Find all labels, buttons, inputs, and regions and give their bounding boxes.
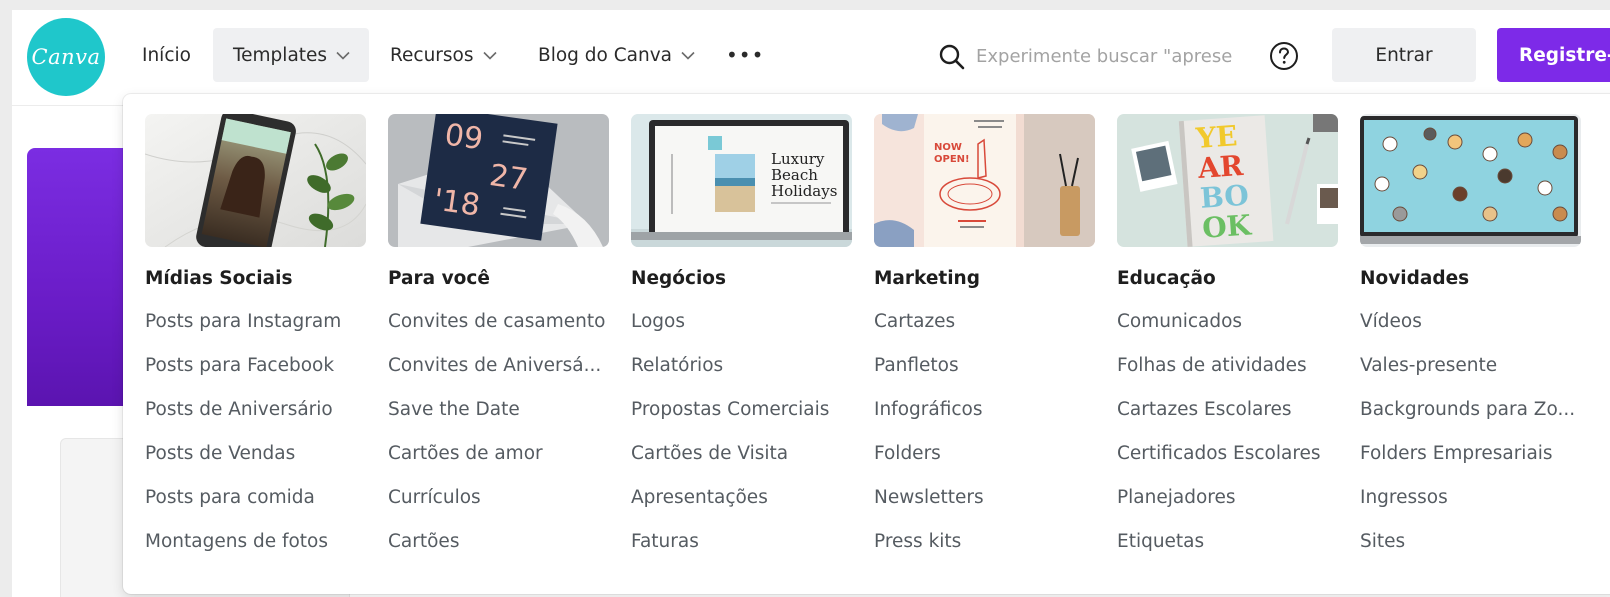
nav-recursos[interactable]: Recursos [370,28,517,82]
menu-link[interactable]: Cartazes [874,311,1096,355]
invitation-card-thumbnail[interactable]: 09 27 '18 [388,114,609,247]
column-links: Posts para Instagram Posts para Facebook… [145,311,367,575]
chevron-down-icon [482,51,497,60]
menu-link[interactable]: Comunicados [1117,311,1339,355]
menu-link[interactable]: Convites de casamento [388,311,610,355]
login-button-label: Entrar [1375,44,1433,66]
search-icon[interactable] [938,43,966,71]
menu-link[interactable]: Infográficos [874,399,1096,443]
social-media-phone-thumbnail[interactable] [145,114,366,247]
column-negocios: Luxury Beach Holidays Negócios Logos Rel… [631,114,853,575]
templates-dropdown: Mídias Sociais Posts para Instagram Post… [123,94,1610,594]
menu-link[interactable]: Cartões [388,531,610,575]
poster-text-line2: OPEN! [934,154,970,165]
menu-link[interactable]: Cartões de Visita [631,443,853,487]
menu-link[interactable]: Posts para Instagram [145,311,367,355]
menu-link[interactable]: Vales-presente [1360,355,1582,399]
column-novidades: Novidades Vídeos Vales-presente Backgrou… [1360,114,1582,575]
menu-link[interactable]: Cartazes Escolares [1117,399,1339,443]
menu-link[interactable]: Logos [631,311,853,355]
menu-link[interactable]: Posts para comida [145,487,367,531]
chevron-down-icon [681,51,695,60]
nav-templates-label: Templates [233,44,328,66]
column-title[interactable]: Novidades [1360,268,1582,290]
menu-link[interactable]: Posts de Vendas [145,443,367,487]
menu-link[interactable]: Convites de Aniversá... [388,355,610,399]
yearbook-thumbnail[interactable]: YE AR BO OK [1117,114,1338,247]
more-dots-icon: ••• [726,43,765,67]
menu-link[interactable]: Folhas de atividades [1117,355,1339,399]
menu-link[interactable]: Relatórios [631,355,853,399]
column-marketing: NOW OPEN! Marketing Cartazes Panfletos I… [874,114,1096,575]
laptop-presentation-thumbnail[interactable]: Luxury Beach Holidays [631,114,852,247]
column-title[interactable]: Marketing [874,268,1096,290]
column-title[interactable]: Negócios [631,268,853,290]
column-links: Cartazes Panfletos Infográficos Folders … [874,311,1096,575]
column-links: Convites de casamento Convites de Aniver… [388,311,610,575]
card-number-mid: 27 [487,158,530,198]
help-icon[interactable] [1269,41,1299,71]
menu-link[interactable]: Etiquetas [1117,531,1339,575]
menu-link[interactable]: Cartões de amor [388,443,610,487]
column-links: Logos Relatórios Propostas Comerciais Ca… [631,311,853,575]
card-number-top: 09 [443,117,486,157]
signup-button[interactable]: Registre-se [1497,28,1610,82]
pizzeria-poster-thumbnail[interactable]: NOW OPEN! [874,114,1095,247]
column-title[interactable]: Para você [388,268,610,290]
column-educacao: YE AR BO OK Educação Comunicados Folhas … [1117,114,1339,575]
nav-recursos-label: Recursos [390,44,474,66]
menu-link[interactable]: Panfletos [874,355,1096,399]
menu-link[interactable]: Propostas Comerciais [631,399,853,443]
chevron-down-icon [336,51,350,60]
menu-link[interactable]: Posts para Facebook [145,355,367,399]
more-menu-button[interactable]: ••• [710,28,780,82]
menu-link[interactable]: Folders Empresariais [1360,443,1582,487]
yearbook-line4: OK [1201,208,1254,244]
menu-link[interactable]: Newsletters [874,487,1096,531]
column-links: Comunicados Folhas de atividades Cartaze… [1117,311,1339,575]
menu-link[interactable]: Vídeos [1360,311,1582,355]
menu-link[interactable]: Backgrounds para Zo... [1360,399,1582,443]
column-midias-sociais: Mídias Sociais Posts para Instagram Post… [145,114,367,575]
nav-blog-label: Blog do Canva [538,44,672,66]
menu-link[interactable]: Posts de Aniversário [145,399,367,443]
menu-link[interactable]: Certificados Escolares [1117,443,1339,487]
column-links: Vídeos Vales-presente Backgrounds para Z… [1360,311,1582,575]
menu-link[interactable]: Montagens de fotos [145,531,367,575]
menu-link[interactable]: Sites [1360,531,1582,575]
nav-blog[interactable]: Blog do Canva [518,28,715,82]
menu-link[interactable]: Save the Date [388,399,610,443]
card-number-bottom: '18 [431,182,482,223]
page: Canva Início Templates Recursos Blog do … [12,10,1610,597]
poster-text-line1: NOW [934,142,962,153]
column-title[interactable]: Educação [1117,268,1339,290]
column-para-voce: 09 27 '18 Para você Convites de casament… [388,114,610,575]
menu-link[interactable]: Currículos [388,487,610,531]
search-input[interactable] [974,38,1236,74]
presentation-title-line3: Holidays [771,182,837,200]
login-button[interactable]: Entrar [1332,28,1476,82]
menu-link[interactable]: Folders [874,443,1096,487]
canva-logo[interactable]: Canva [27,18,105,96]
column-title[interactable]: Mídias Sociais [145,268,367,290]
menu-link[interactable]: Press kits [874,531,1096,575]
menu-link[interactable]: Ingressos [1360,487,1582,531]
logo-text: Canva [31,45,101,69]
signup-button-label: Registre-se [1519,44,1610,66]
window-frame: Canva Início Templates Recursos Blog do … [0,0,1610,597]
nav-inicio-label: Início [142,44,191,66]
nav-inicio[interactable]: Início [123,28,210,82]
menu-link[interactable]: Apresentações [631,487,853,531]
menu-link[interactable]: Faturas [631,531,853,575]
laptop-dogs-pattern-thumbnail[interactable] [1360,114,1581,247]
nav-templates[interactable]: Templates [213,28,369,82]
menu-link[interactable]: Planejadores [1117,487,1339,531]
top-header: Canva Início Templates Recursos Blog do … [12,10,1610,106]
